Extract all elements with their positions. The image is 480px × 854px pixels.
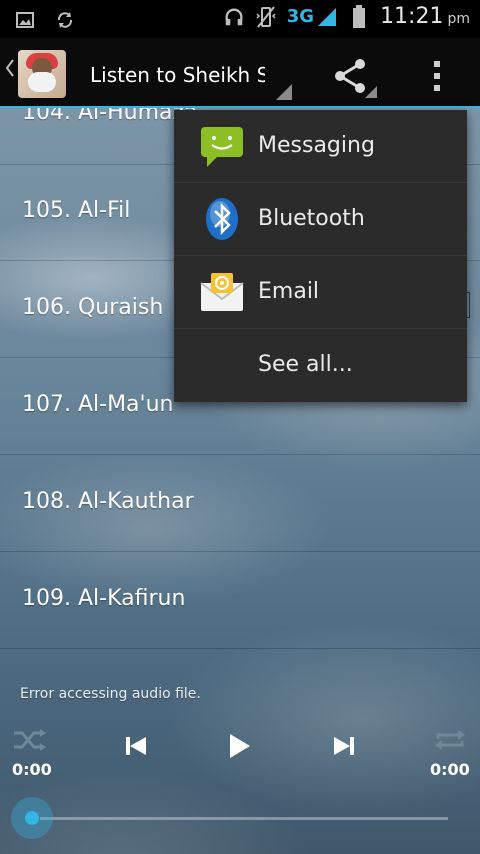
play-button[interactable] xyxy=(218,726,258,766)
seek-bar[interactable] xyxy=(40,817,448,820)
share-option-email[interactable]: Email xyxy=(174,256,467,329)
elapsed-time: 0:00 xyxy=(12,760,52,779)
back-chevron-icon[interactable] xyxy=(5,58,15,78)
headphones-icon xyxy=(223,6,245,28)
clock-ampm: pm xyxy=(447,11,470,27)
messaging-icon xyxy=(199,123,245,169)
list-item-label: 105. Al-Fil xyxy=(22,198,131,223)
share-dropdown-indicator-icon xyxy=(365,86,377,98)
previous-button[interactable] xyxy=(115,726,155,766)
share-option-messaging[interactable]: Messaging xyxy=(174,110,467,183)
list-item[interactable]: 109. Al-Kafirun xyxy=(0,552,480,649)
play-icon xyxy=(230,734,250,758)
skip-next-icon xyxy=(334,737,354,755)
share-option-label: Email xyxy=(258,279,320,304)
repeat-icon xyxy=(435,730,465,750)
list-item[interactable]: 108. Al-Kauthar xyxy=(0,455,480,552)
total-duration: 0:00 xyxy=(430,760,470,779)
sync-icon xyxy=(54,9,76,31)
page-title[interactable]: Listen to Sheikh S xyxy=(90,63,265,91)
share-option-see-all[interactable]: See all... xyxy=(174,329,467,401)
error-message: Error accessing audio file. xyxy=(20,686,201,702)
list-item-label: 104. Al-Humaza xyxy=(22,108,198,125)
skip-previous-icon xyxy=(126,737,146,755)
list-item-label: 107. Al-Ma'un xyxy=(22,392,174,417)
network-type-label: 3G xyxy=(286,6,315,27)
status-bar: 3G 11:21 pm xyxy=(0,0,480,38)
shuffle-button[interactable] xyxy=(10,720,50,760)
vibrate-off-icon xyxy=(255,5,277,28)
repeat-button[interactable] xyxy=(430,720,470,760)
share-option-label: Messaging xyxy=(258,133,375,158)
list-item-label: 108. Al-Kauthar xyxy=(22,489,194,514)
list-item-label: 106. Quraish xyxy=(22,295,164,320)
app-avatar[interactable] xyxy=(18,50,66,98)
title-dropdown-indicator-icon xyxy=(276,84,292,100)
audio-player: Error accessing audio file. 0:00 0:00 xyxy=(0,680,480,854)
share-option-label: See all... xyxy=(258,352,353,377)
clock-time: 11:21 xyxy=(380,4,444,29)
bluetooth-icon xyxy=(199,196,245,242)
shuffle-icon xyxy=(14,729,46,751)
next-button[interactable] xyxy=(325,726,365,766)
share-option-bluetooth[interactable]: Bluetooth xyxy=(174,183,467,256)
battery-icon xyxy=(348,4,370,28)
seek-thumb[interactable] xyxy=(11,797,53,839)
image-icon xyxy=(14,9,36,31)
share-menu-popup: Messaging Bluetooth Email See all... xyxy=(174,110,467,402)
list-item-label: 109. Al-Kafirun xyxy=(22,586,186,611)
signal-icon xyxy=(316,6,338,28)
email-icon xyxy=(199,269,245,315)
overflow-menu-button[interactable] xyxy=(425,56,449,96)
share-option-label: Bluetooth xyxy=(258,206,365,231)
overflow-menu-icon xyxy=(434,61,440,67)
